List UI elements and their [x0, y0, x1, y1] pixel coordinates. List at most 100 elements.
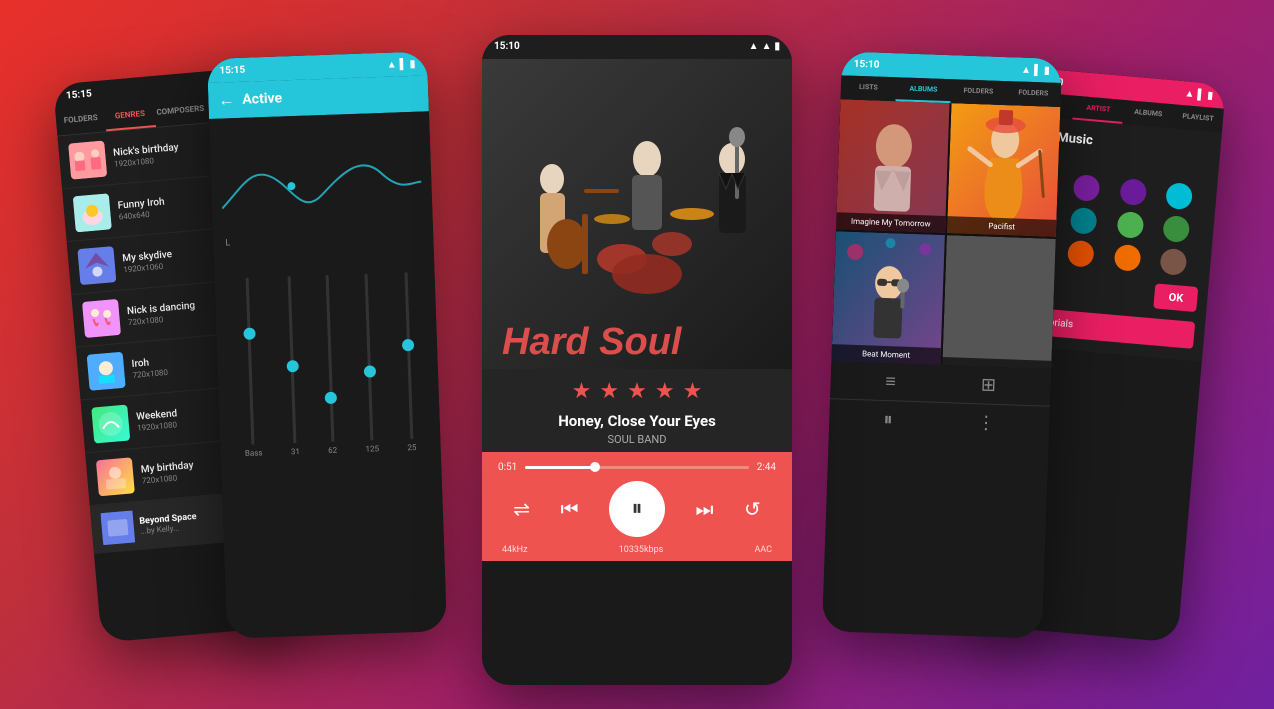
play-pause-button[interactable]: ⏸: [609, 481, 665, 537]
thumb-dancing: [82, 298, 121, 337]
time-total: 2:44: [757, 462, 776, 473]
phone-center: 15:10 ▲ ▲ ▮: [482, 35, 792, 685]
stars-row: ★ ★ ★ ★ ★: [498, 379, 776, 404]
eq-slider-4[interactable]: 125: [359, 273, 379, 453]
color-teal2[interactable]: [1069, 206, 1097, 234]
eq-sliders: Bass 31 62: [224, 261, 431, 468]
back-arrow-icon[interactable]: ←: [218, 90, 235, 111]
battery-icon: ▮: [1044, 64, 1050, 75]
format-row: 44kHz 10335kbps AAC: [498, 545, 776, 555]
album-fourth[interactable]: [942, 235, 1055, 369]
eq-content: L Bass 31: [209, 111, 446, 598]
slider-label-bass: Bass: [245, 448, 263, 458]
signal-icon: ▌: [1034, 64, 1041, 75]
album-label-imagine: Imagine My Tomorrow: [836, 212, 946, 233]
eq-slider-1[interactable]: Bass: [239, 277, 263, 458]
tab-folders-b[interactable]: FOLDERS: [1005, 81, 1061, 107]
pause-icon[interactable]: ⏸: [883, 409, 893, 430]
progress-track[interactable]: [525, 466, 748, 469]
eq-slider-3[interactable]: 62: [322, 274, 337, 454]
svg-text:Hard Soul: Hard Soul: [502, 321, 683, 363]
tab-composers[interactable]: COMPOSERS: [153, 95, 207, 126]
eq-slider-5[interactable]: 25: [401, 272, 416, 452]
color-purple2[interactable]: [1072, 173, 1100, 201]
thumb-weekend: [91, 404, 130, 443]
tab-lists[interactable]: LISTS: [841, 75, 897, 101]
album-label-beat: Beat Moment: [831, 344, 941, 365]
album-art: Hard Soul: [482, 59, 792, 369]
status-icons-eq: ▲ ▌ ▮: [387, 58, 416, 70]
controls-area: 0:51 2:44 ⇌ ⏮ ⏸ ⏭ ↺ 44kHz: [482, 452, 792, 561]
color-cyan[interactable]: [1165, 182, 1193, 210]
more-icon[interactable]: ⋮: [977, 412, 996, 434]
time-current: 0:51: [498, 462, 517, 473]
grid-view-icon[interactable]: ⊞: [981, 374, 997, 396]
albums-playback-controls: ⏸ ⋮: [829, 398, 1050, 444]
player-controls: ⇌ ⏮ ⏸ ⏭ ↺: [498, 481, 776, 537]
phones-container: 15:15 ▲ ▌ ▮ FOLDERS GENRES COMPOSERS P N…: [37, 15, 1237, 695]
wifi-icon: ▲: [1184, 87, 1195, 99]
format-codec: AAC: [754, 545, 772, 555]
time-left: 15:15: [65, 87, 92, 100]
status-icons-albums: ▲ ▌ ▮: [1021, 64, 1050, 76]
next-button[interactable]: ⏭: [695, 497, 713, 521]
star-2[interactable]: ★: [599, 379, 619, 404]
slider-label-31: 31: [291, 447, 300, 456]
repeat-button[interactable]: ↺: [744, 497, 761, 521]
status-icons-right: ▲ ▌ ▮: [1184, 87, 1213, 100]
thumb-iroh: [87, 351, 126, 390]
time-eq: 15:15: [219, 64, 245, 76]
status-bar-center: 15:10 ▲ ▲ ▮: [482, 35, 792, 59]
song-info-section: ★ ★ ★ ★ ★ Honey, Close Your Eyes SOUL BA…: [482, 369, 792, 452]
color-brown[interactable]: [1160, 247, 1188, 275]
album-pacifist[interactable]: Pacifist: [947, 103, 1060, 237]
tab-folders[interactable]: FOLDERS: [55, 104, 107, 135]
color-orange[interactable]: [1113, 243, 1141, 271]
format-khz: 44kHz: [502, 545, 528, 555]
cp-tab-artist2[interactable]: ARTIST: [1072, 95, 1124, 123]
thumb-skydive: [77, 246, 116, 285]
signal-icon: ▌: [1197, 88, 1205, 100]
star-4[interactable]: ★: [655, 379, 675, 404]
color-orange-dark[interactable]: [1066, 239, 1094, 267]
star-5[interactable]: ★: [683, 379, 703, 404]
phone-albums: 15:10 ▲ ▌ ▮ LISTS ALBUMS FOLDERS FOLDERS: [822, 51, 1062, 638]
slider-label-25: 25: [407, 442, 416, 451]
phone-eq: 15:15 ▲ ▌ ▮ ← Active L: [207, 51, 447, 638]
time-albums: 15:10: [854, 58, 880, 70]
eq-slider-2[interactable]: 31: [285, 276, 300, 456]
album-beat[interactable]: Beat Moment: [831, 231, 944, 365]
signal-icon: ▌: [399, 58, 406, 69]
song-details: Honey, Close Your Eyes SOUL BAND: [498, 412, 776, 446]
albums-grid: Imagine My Tomorrow: [831, 99, 1060, 369]
color-green2[interactable]: [1162, 214, 1190, 242]
wifi-icon: ▲: [387, 58, 397, 69]
ok-button[interactable]: OK: [1154, 283, 1199, 312]
list-view-icon[interactable]: ≡: [885, 371, 896, 392]
eq-wave: L: [219, 121, 423, 248]
progress-fill: [525, 466, 594, 469]
status-icons-center: ▲ ▲ ▮: [749, 41, 780, 52]
slider-label-125: 125: [365, 444, 379, 453]
eq-label-l: L: [223, 238, 230, 248]
thumb-mybday: [96, 457, 135, 496]
cp-tab-albums[interactable]: ALBUMS: [1122, 99, 1174, 127]
color-purple3[interactable]: [1119, 177, 1147, 205]
progress-row: 0:51 2:44: [498, 462, 776, 473]
eq-title: Active: [242, 90, 282, 107]
prev-button[interactable]: ⏮: [560, 497, 578, 521]
format-bitrate: 10335kbps: [619, 545, 664, 555]
star-3[interactable]: ★: [627, 379, 647, 404]
player-thumb: [101, 510, 136, 545]
tab-folders-a[interactable]: FOLDERS: [950, 79, 1006, 105]
shuffle-button[interactable]: ⇌: [513, 497, 530, 521]
wifi-icon: ▲: [1021, 64, 1031, 75]
wifi-icon: ▲: [749, 41, 759, 52]
album-imagine[interactable]: Imagine My Tomorrow: [836, 99, 949, 233]
star-1[interactable]: ★: [572, 379, 592, 404]
tab-genres[interactable]: GENRES: [104, 100, 156, 131]
cp-tab-playlist[interactable]: PLAYLIST: [1172, 104, 1224, 132]
battery-icon: ▮: [774, 41, 780, 52]
color-green1[interactable]: [1116, 210, 1144, 238]
tab-albums[interactable]: ALBUMS: [895, 77, 951, 103]
